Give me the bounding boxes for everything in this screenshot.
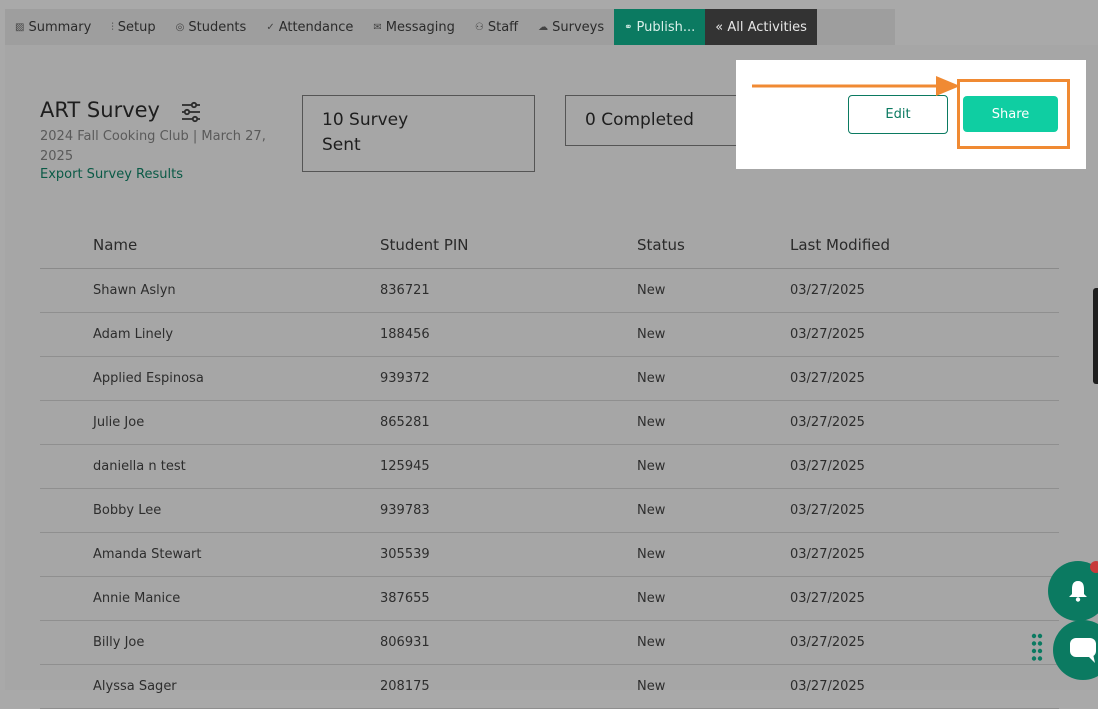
table-row[interactable]: Billy Joe 806931 New 03/27/2025 [40, 621, 1059, 665]
survey-subtitle: 2024 Fall Cooking Club | March 27, 2025 [40, 129, 266, 164]
cloud-icon: ☁ [538, 21, 549, 33]
header-student-pin[interactable]: Student PIN [380, 236, 637, 254]
people-icon: ⚇ [474, 21, 484, 33]
cell-status: New [637, 371, 666, 386]
completed-label: 0 Completed [585, 110, 694, 130]
check-icon: ✓ [266, 21, 275, 33]
tab-summary[interactable]: ▨ Summary [5, 9, 101, 45]
cell-status: New [637, 503, 666, 518]
cell-modified: 03/27/2025 [790, 371, 865, 386]
chart-icon: ▨ [15, 21, 25, 33]
cell-modified: 03/27/2025 [790, 503, 865, 518]
cell-pin: 125945 [380, 459, 430, 474]
tab-publish[interactable]: ⚭ Publish... [614, 9, 706, 45]
table-row[interactable]: Annie Manice 387655 New 03/27/2025 [40, 577, 1059, 621]
cell-name: Bobby Lee [93, 503, 162, 518]
tab-attendance[interactable]: ✓ Attendance [256, 9, 363, 45]
cell-modified: 03/27/2025 [790, 283, 865, 298]
header-last-modified[interactable]: Last Modified [790, 236, 1059, 254]
student-icon: ◎ [175, 21, 185, 33]
table-row[interactable]: Bobby Lee 939783 New 03/27/2025 [40, 489, 1059, 533]
cell-status: New [637, 547, 666, 562]
cell-status: New [637, 591, 666, 606]
cell-pin: 939372 [380, 371, 430, 386]
cell-status: New [637, 283, 666, 298]
tab-label: Attendance [278, 19, 354, 35]
tab-messaging[interactable]: ✉ Messaging [363, 9, 464, 45]
tab-label: Setup [117, 19, 156, 35]
sliders-icon: ⫶ [111, 21, 114, 33]
chat-bubble-icon [1070, 638, 1096, 663]
cell-name: Amanda Stewart [93, 547, 202, 562]
survey-results-table: Name Student PIN Status Last Modified Sh… [40, 222, 1059, 709]
tab-label: Surveys [552, 19, 605, 35]
top-nav: ▨ Summary ⫶ Setup ◎ Students ✓ Attendance ✉ M… [5, 9, 895, 45]
tab-surveys[interactable]: ☁ Surveys [528, 9, 614, 45]
cell-pin: 806931 [380, 635, 430, 650]
table-row[interactable]: daniella n test 125945 New 03/27/2025 [40, 445, 1059, 489]
cell-pin: 865281 [380, 415, 430, 430]
tab-students[interactable]: ◎ Students [166, 9, 257, 45]
surveys-sent-label: 10 Survey Sent [322, 110, 409, 155]
cell-pin: 305539 [380, 547, 430, 562]
cell-modified: 03/27/2025 [790, 547, 865, 562]
notification-badge [1090, 561, 1098, 573]
share-highlight-box [957, 79, 1070, 149]
cell-modified: 03/27/2025 [790, 327, 865, 342]
tab-staff[interactable]: ⚇ Staff [465, 9, 528, 45]
surveys-sent-stat: 10 Survey Sent [302, 95, 535, 172]
cell-modified: 03/27/2025 [790, 679, 865, 694]
cell-status: New [637, 415, 666, 430]
table-row[interactable]: Applied Espinosa 939372 New 03/27/2025 [40, 357, 1059, 401]
edit-button[interactable]: Edit [848, 95, 948, 134]
bell-icon [1069, 581, 1087, 602]
header-status[interactable]: Status [637, 236, 790, 254]
table-row[interactable]: Amanda Stewart 305539 New 03/27/2025 [40, 533, 1059, 577]
cell-status: New [637, 327, 666, 342]
tab-setup[interactable]: ⫶ Setup [101, 9, 165, 45]
cell-modified: 03/27/2025 [790, 459, 865, 474]
tab-label: Messaging [385, 19, 455, 35]
filter-settings-icon[interactable] [180, 101, 202, 123]
cell-pin: 188456 [380, 327, 430, 342]
tab-label: Staff [487, 19, 519, 35]
cell-status: New [637, 679, 666, 694]
cell-name: Shawn Aslyn [93, 283, 176, 298]
export-survey-results-link[interactable]: Export Survey Results [40, 167, 183, 182]
drag-handle-icon[interactable] [1031, 633, 1043, 665]
cell-pin: 836721 [380, 283, 430, 298]
cell-name: Alyssa Sager [93, 679, 177, 694]
table-row[interactable]: Shawn Aslyn 836721 New 03/27/2025 [40, 269, 1059, 313]
cell-modified: 03/27/2025 [790, 635, 865, 650]
cell-status: New [637, 459, 666, 474]
cell-modified: 03/27/2025 [790, 591, 865, 606]
cell-name: daniella n test [93, 459, 186, 474]
tab-label: « All Activities [715, 19, 807, 35]
table-row[interactable]: Alyssa Sager 208175 New 03/27/2025 [40, 665, 1059, 709]
cell-modified: 03/27/2025 [790, 415, 865, 430]
tab-label: Students [188, 19, 247, 35]
cell-name: Billy Joe [93, 635, 145, 650]
table-row[interactable]: Julie Joe 865281 New 03/27/2025 [40, 401, 1059, 445]
header-name[interactable]: Name [40, 236, 380, 254]
tab-label: Publish... [636, 19, 696, 35]
tab-all-activities[interactable]: « All Activities [705, 9, 817, 45]
link-icon: ⚭ [624, 21, 633, 33]
cell-pin: 939783 [380, 503, 430, 518]
table-row[interactable]: Adam Linely 188456 New 03/27/2025 [40, 313, 1059, 357]
cell-name: Julie Joe [93, 415, 145, 430]
pointer-arrow-icon [752, 76, 960, 96]
cell-name: Applied Espinosa [93, 371, 204, 386]
tab-label: Summary [28, 19, 92, 35]
cell-pin: 387655 [380, 591, 430, 606]
cell-status: New [637, 635, 666, 650]
cell-name: Annie Manice [93, 591, 181, 606]
envelope-icon: ✉ [373, 21, 382, 33]
survey-title: ART Survey [40, 98, 160, 122]
cell-name: Adam Linely [93, 327, 174, 342]
table-header: Name Student PIN Status Last Modified [40, 222, 1059, 269]
side-feedback-tab[interactable] [1093, 288, 1098, 384]
cell-pin: 208175 [380, 679, 430, 694]
